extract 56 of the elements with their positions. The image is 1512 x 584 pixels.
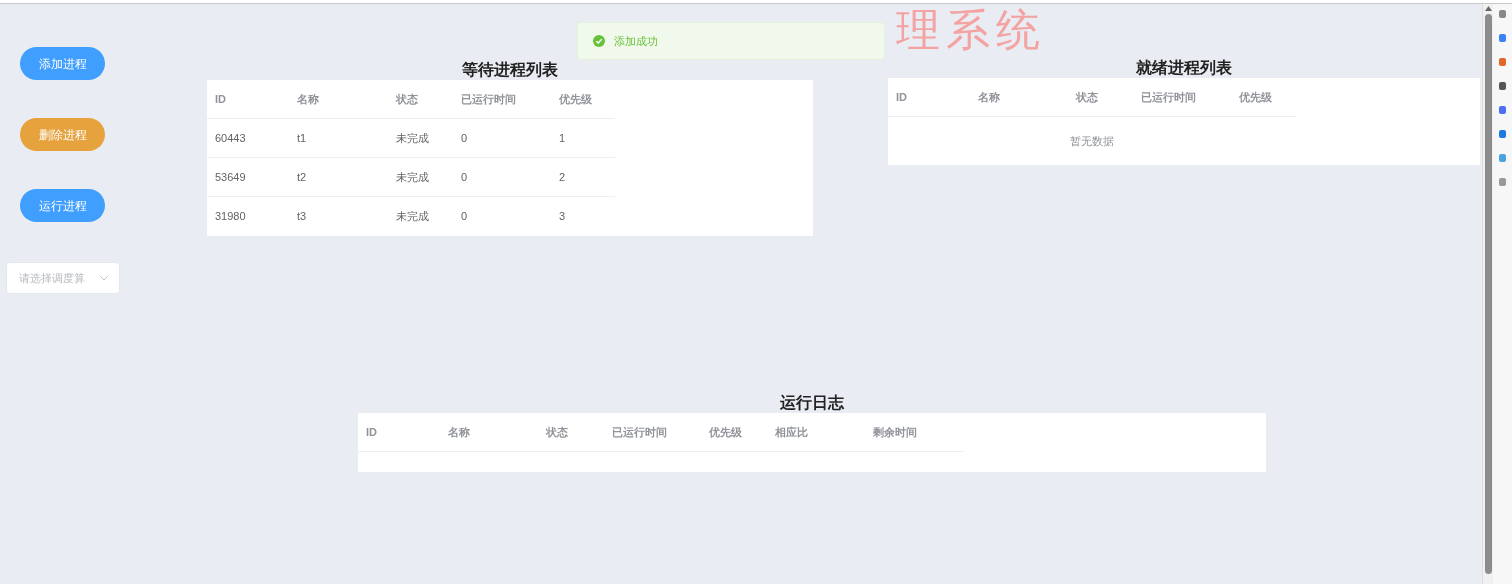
column-header: 名称 [447,424,471,440]
check-circle-icon [593,35,605,47]
action-button[interactable]: 删除进程 [20,118,105,151]
column-header: 优先级 [558,91,593,107]
table-cell-text: 3 [558,209,567,225]
browser-sidebar-icon[interactable] [1499,58,1506,66]
table-cell-text: t1 [296,130,308,146]
column-header: ID [895,89,908,105]
table-cell-text: 0 [460,130,469,146]
empty-text: 暂无数据 [1070,133,1114,149]
browser-sidebar-icon[interactable] [1499,130,1506,138]
table-cell-text: 0 [460,209,469,225]
column-header: ID [214,91,227,107]
table-cell-text: 60443 [214,130,247,146]
browser-sidebar-icon[interactable] [1499,154,1506,162]
table-cell-text: 未完成 [395,169,430,185]
table-title: 等待进程列表 [461,60,559,80]
column-header: 状态 [394,91,419,107]
action-button[interactable]: 添加进程 [20,47,105,80]
table-cell-text: 1 [558,130,567,146]
browser-sidebar-icon[interactable] [1499,10,1506,18]
table-cell-text: 0 [460,169,469,185]
toast-text: 添加成功 [614,33,658,49]
column-header: 相应比 [774,424,809,440]
column-header: 优先级 [708,424,743,440]
scroll-up-icon[interactable] [1484,6,1492,11]
table-cell-text: t3 [296,209,308,225]
table-title: 就绪进程列表 [1135,58,1233,78]
browser-sidebar-icon[interactable] [1499,82,1506,90]
column-header: 已运行时间 [611,424,668,440]
table-cell-text: 53649 [214,169,247,185]
column-header: 名称 [977,89,1001,105]
scrollbar-thumb[interactable] [1484,14,1492,574]
column-header: 已运行时间 [1140,89,1197,105]
table-cell-text: 31980 [214,209,247,225]
browser-sidebar-icon[interactable] [1499,34,1506,42]
column-header: 状态 [1074,89,1099,105]
table-cell-text: 未完成 [395,209,430,225]
browser-sidebar-icon[interactable] [1499,106,1506,114]
browser-sidebar-icon[interactable] [1499,178,1506,186]
table-cell-text: 2 [558,169,567,185]
page-title: 理系统 [896,4,1046,56]
action-button[interactable]: 运行进程 [20,189,105,222]
select-field[interactable]: 请选择调度算 [6,262,120,294]
chevron-down-icon [99,275,109,281]
column-header: 剩余时间 [872,424,918,440]
table-cell-text: t2 [296,169,308,185]
column-header: 优先级 [1238,89,1273,105]
column-header: 已运行时间 [460,91,517,107]
table-cell-text: 未完成 [395,130,430,146]
scrollbar[interactable] [1482,4,1493,584]
column-header: ID [365,424,378,440]
column-header: 名称 [296,91,320,107]
select-placeholder: 请选择调度算 [19,270,86,286]
table-title: 运行日志 [779,393,845,413]
column-header: 状态 [544,424,569,440]
